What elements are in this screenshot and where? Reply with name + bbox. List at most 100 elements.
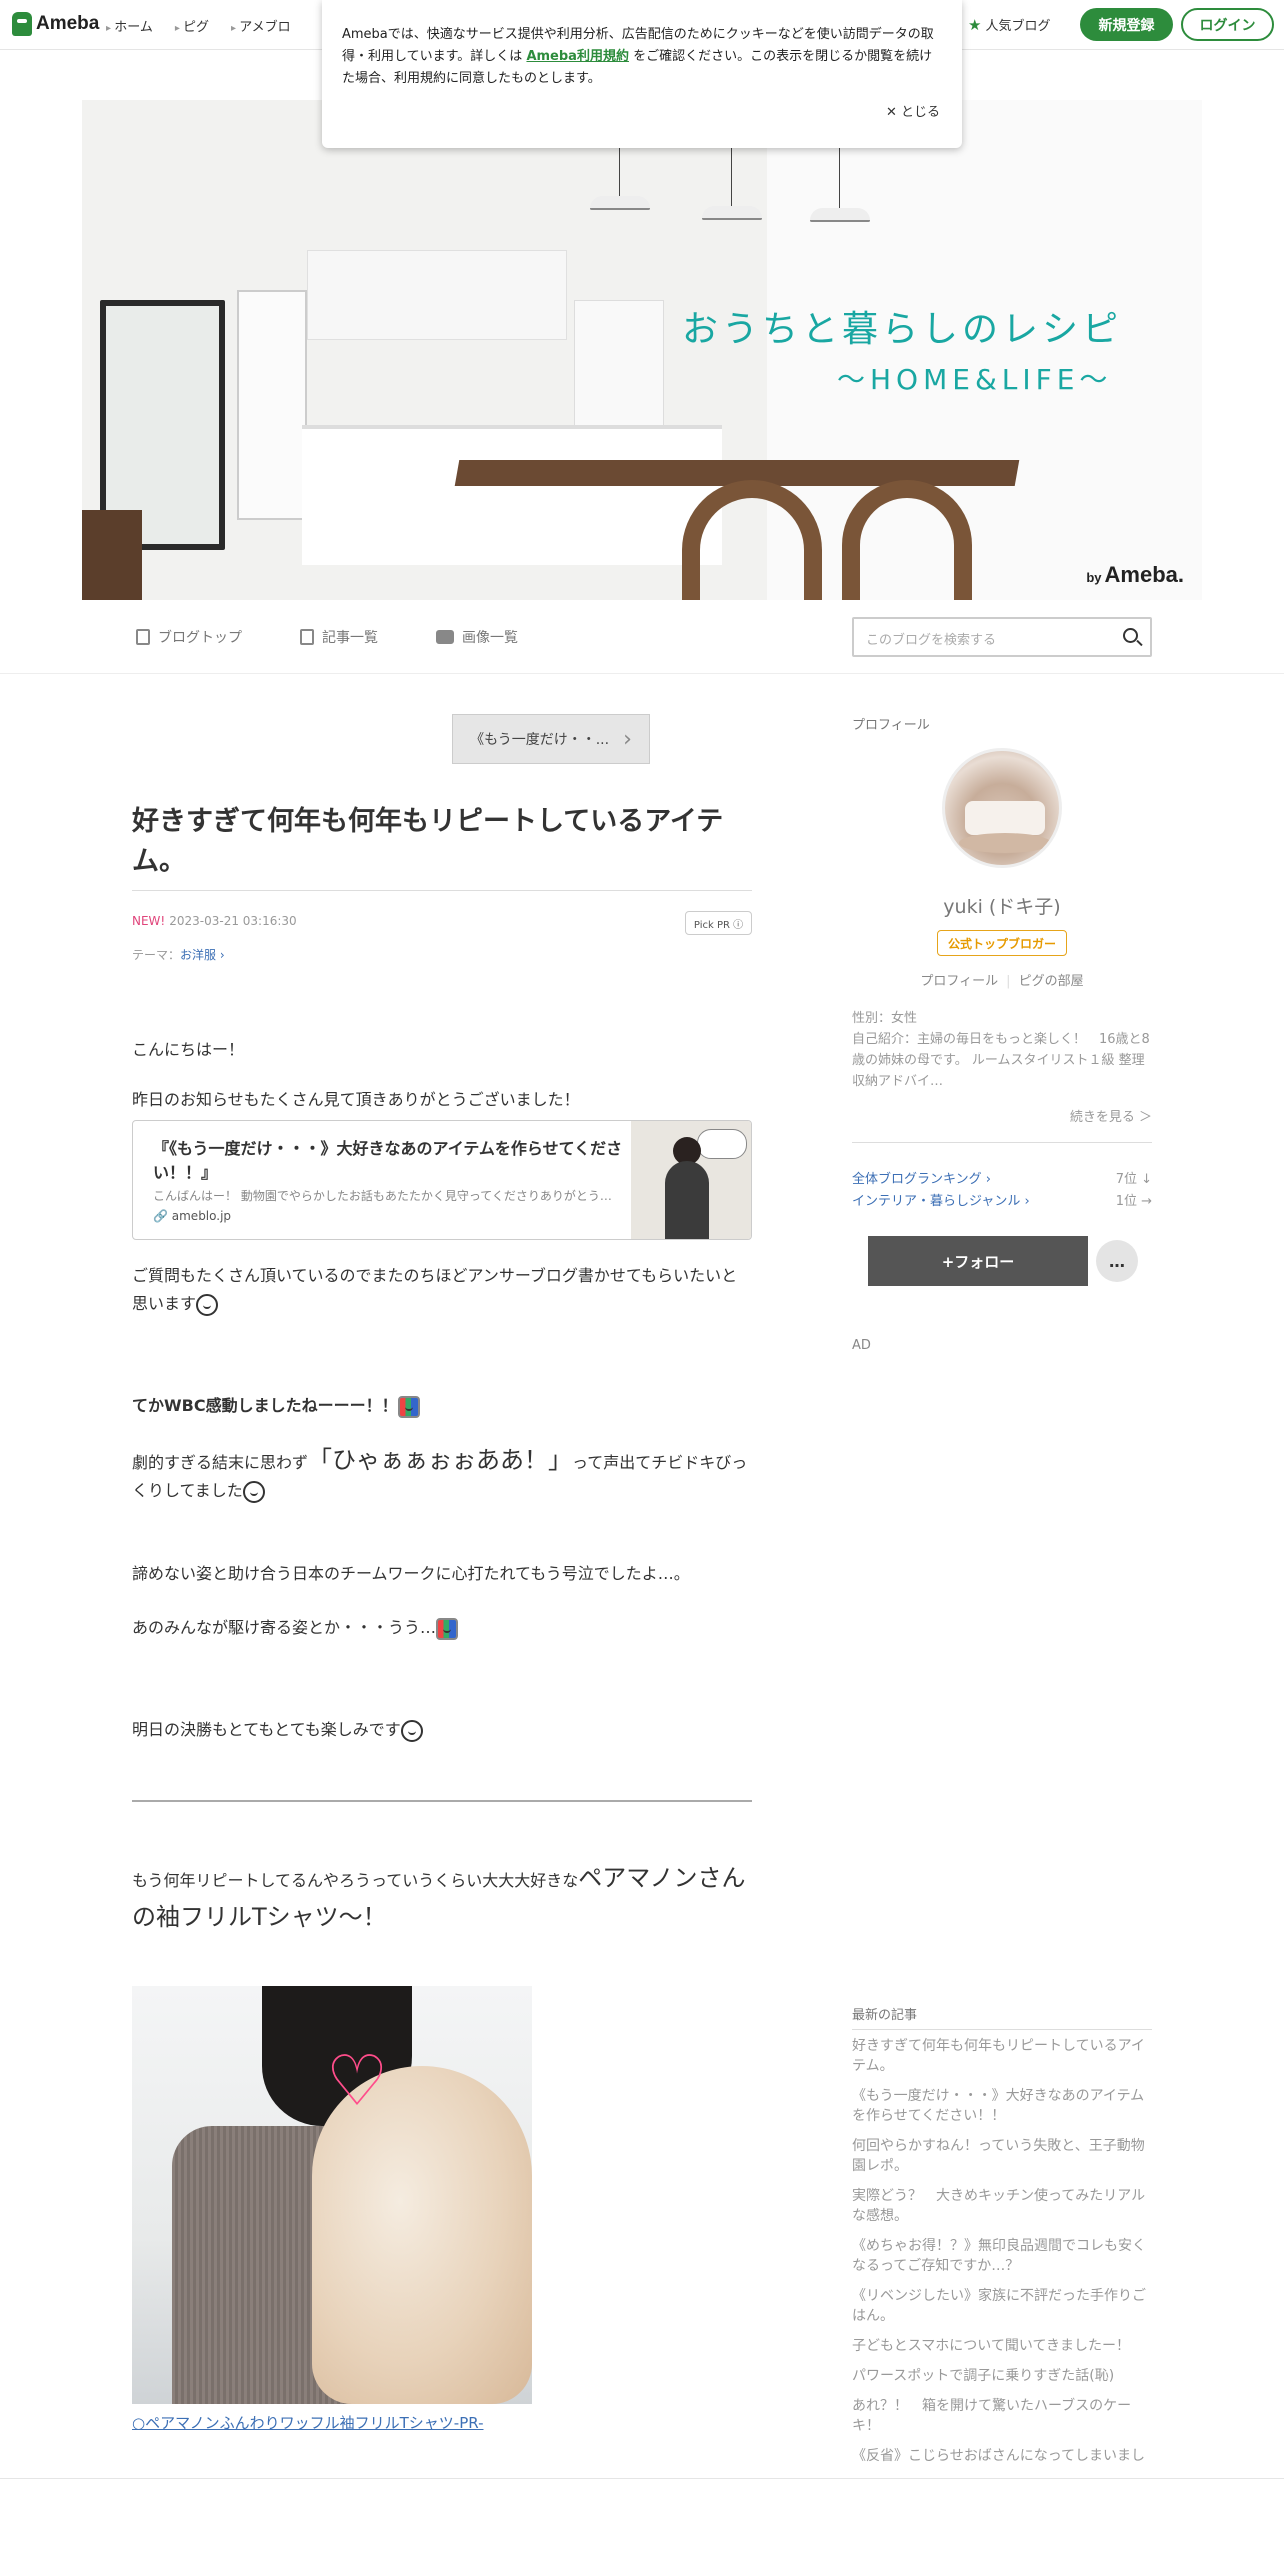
chevron-right-icon: ›: [216, 948, 225, 962]
link-card-domain: ameblo.jp: [171, 1209, 232, 1223]
thumb-bubble: [697, 1129, 747, 1159]
cookie-close-button[interactable]: ✕ とじる: [886, 102, 940, 124]
more-options-button[interactable]: …: [1096, 1240, 1138, 1282]
hero-lamp: [590, 136, 650, 210]
link-card[interactable]: 『《もう一度だけ・・・》大好きなあのアイテムを作らせてください！！』 こんばんは…: [132, 1120, 752, 1240]
paragraph: もう何年リピートしてるんやろうっていうくらい大大大好きなペアマノンさんの袖フリル…: [132, 1860, 752, 1938]
latest-article-item[interactable]: 実際どう？ 大きめキッチン使ってみたリアルな感想。: [852, 2186, 1152, 2226]
link-icon: 🔗: [153, 1209, 172, 1223]
article-list-label: 記事一覧: [322, 630, 378, 646]
paragraph-text: あのみんなが駆け寄る姿とか・・・うう…: [132, 1618, 437, 1637]
follow-button[interactable]: +フォロー: [868, 1236, 1088, 1286]
ranking-value: 7位 ↓: [1115, 1172, 1152, 1187]
latest-articles-heading: 最新の記事: [852, 2004, 1152, 2030]
paragraph-text: もう何年リピートしてるんやろうっていうくらい大大大好きな: [132, 1871, 579, 1890]
prev-article-button[interactable]: 《もう一度だけ・・... ›: [452, 714, 650, 764]
hero-brand: by Ameba.: [1086, 562, 1184, 588]
close-icon: ✕: [885, 105, 901, 120]
paragraph: てかWBC感動しましたねーーー！！: [132, 1392, 752, 1420]
image-list-label: 画像一覧: [462, 630, 518, 646]
bunny-emoji-icon: [400, 1719, 423, 1742]
hero-lamp: [702, 146, 762, 220]
blog-top-label: ブログトップ: [158, 630, 242, 646]
sidebar-divider: [852, 1142, 1152, 1143]
nav-pigg[interactable]: ピグ: [175, 16, 209, 35]
article-photo[interactable]: ♡: [132, 1986, 532, 2404]
avatar[interactable]: [942, 748, 1062, 868]
profile-link[interactable]: プロフィール: [920, 974, 998, 989]
search-icon[interactable]: [1123, 628, 1138, 643]
terms-link[interactable]: Ameba利用規約: [526, 49, 629, 64]
signup-button[interactable]: 新規登録: [1080, 8, 1173, 41]
hero-title: おうちと暮らしのレシピ: [682, 309, 1123, 350]
login-button[interactable]: ログイン: [1181, 8, 1274, 41]
global-nav: ホーム ピグ アメブロ: [106, 16, 290, 35]
paragraph: 劇的すぎる結末に思わず「ひゃぁぁぉぉああ！」って声出てチビドキびっくりしてました: [132, 1446, 752, 1505]
latest-article-item[interactable]: 子どもとスマホについて聞いてきましたー！: [852, 2336, 1152, 2356]
paragraph: 諦めない姿と助け合う日本のチームワークに心打たれてもう号泣でしたよ…。: [132, 1564, 690, 1583]
latest-article-item[interactable]: 何回やらかすねん！っていう失敗と、王子動物園レポ。: [852, 2136, 1152, 2176]
blogger-name[interactable]: yuki (ドキ子): [852, 892, 1152, 919]
cookie-close-label: とじる: [900, 105, 940, 120]
article-list-link[interactable]: 記事一覧: [300, 627, 378, 647]
latest-article-item[interactable]: 《リベンジしたい》家族に不評だった手作りごはん。: [852, 2286, 1152, 2326]
theme-link[interactable]: お洋服: [180, 948, 216, 962]
profile-links: プロフィール | ピグの部屋: [852, 970, 1152, 989]
product-link[interactable]: ○ペアマノンふんわりワッフル袖フリルTシャツ-PR-: [132, 2412, 484, 2433]
hero-shelf: [82, 510, 142, 600]
link-card-source: 🔗 ameblo.jp: [153, 1209, 231, 1223]
cheer-emoji-icon: [436, 1617, 459, 1640]
article-datetime: 2023-03-21 03:16:30: [169, 914, 297, 928]
article-title: 好きすぎて何年も何年もリピートしているアイテム。: [132, 806, 724, 877]
pigg-room-link[interactable]: ピグの部屋: [1019, 974, 1084, 989]
ameba-logo[interactable]: Ameba: [12, 12, 99, 36]
paragraph-text: てかWBC感動しましたねーーー！！: [132, 1396, 398, 1415]
ranking-genre[interactable]: インテリア・暮らしジャンル › 1位 →: [852, 1190, 1152, 1209]
heart-icon: ♡: [325, 2040, 389, 2122]
ranking-overall[interactable]: 全体ブログランキング › 7位 ↓: [852, 1168, 1152, 1187]
latest-article-item[interactable]: パワースポットで調子に乗りすぎた話(恥): [852, 2366, 1152, 2386]
hero-chair: [842, 480, 972, 600]
cookie-notice: Amebaでは、快適なサービス提供や利用分析、広告配信のためにクッキーなどを使い…: [322, 0, 962, 148]
official-top-blogger-badge[interactable]: 公式トップブロガー: [937, 930, 1067, 956]
hero-lamp: [810, 148, 870, 222]
hero-door: [237, 290, 307, 520]
profile-info: 性別：女性 自己紹介：主婦の毎日をもっと楽しく！ 16歳と8歳の姉妹の母です。 …: [852, 1008, 1152, 1092]
avatar-sofa: [965, 801, 1045, 835]
popular-blogs-link[interactable]: ★ 人気ブログ: [968, 15, 1051, 35]
camera-icon: [436, 630, 454, 644]
link-card-title: 『《もう一度だけ・・・》大好きなあのアイテムを作らせてください！！』: [153, 1139, 623, 1182]
thumb-person: [665, 1161, 709, 1239]
link-card-thumbnail: [631, 1121, 751, 1239]
latest-article-item[interactable]: 好きすぎて何年も何年もリピートしているアイテム。: [852, 2036, 1152, 2076]
paragraph-emphasis: 「ひゃぁぁぉぉああ！」: [308, 1446, 573, 1474]
nav-ameblo[interactable]: アメブロ: [231, 16, 290, 35]
paragraph: ご質問もたくさん頂いているのでまたのちほどアンサーブログ書かせてもらいたいと思い…: [132, 1262, 752, 1318]
paragraph: 昨日のお知らせもたくさん見て頂きありがとうございました！: [132, 1090, 580, 1109]
nav-home[interactable]: ホーム: [106, 16, 153, 35]
blog-nav: ブログトップ 記事一覧 画像一覧 このブログを検索する: [0, 600, 1284, 674]
profile-gender: 性別：女性: [852, 1011, 918, 1026]
profile-heading: プロフィール: [852, 718, 930, 733]
read-more-link[interactable]: 続きを見る ＞: [1070, 1106, 1152, 1125]
latest-article-item[interactable]: あれ？！ 箱を開けて驚いたハーブスのケーキ！: [852, 2396, 1152, 2436]
hero-cabinets: [307, 250, 567, 340]
blog-search-input[interactable]: このブログを検索する: [852, 617, 1152, 657]
latest-article-item[interactable]: 《反省》こじらせおばさんになってしまいまし: [852, 2446, 1152, 2466]
chevron-right-icon: ›: [623, 726, 632, 752]
popular-blogs-label: 人気ブログ: [985, 19, 1051, 34]
ranking-value: 1位 →: [1115, 1194, 1152, 1209]
latest-article-item[interactable]: 《めちゃお得！？》無印良品週間でコレも安くなるってご存知ですか…？: [852, 2236, 1152, 2276]
document-icon: [136, 629, 150, 645]
pick-pr-button[interactable]: Pick PR ⓘ: [685, 911, 752, 935]
blog-header-image[interactable]: おうちと暮らしのレシピ 〜HOME&LIFE〜 by Ameba.: [82, 100, 1202, 600]
hero-counter: [302, 425, 722, 565]
ameba-mark-icon: [12, 12, 32, 36]
image-list-link[interactable]: 画像一覧: [436, 627, 518, 647]
bunny-emoji-icon: [196, 1293, 219, 1316]
footer-area: [0, 2479, 1284, 2568]
blog-top-link[interactable]: ブログトップ: [136, 627, 242, 647]
paragraph: 明日の決勝もとてもとても楽しみです: [132, 1716, 752, 1744]
article-theme: テーマ：お洋服 ›: [132, 946, 225, 963]
latest-article-item[interactable]: 《もう一度だけ・・・》大好きなあのアイテムを作らせてください！！: [852, 2086, 1152, 2126]
